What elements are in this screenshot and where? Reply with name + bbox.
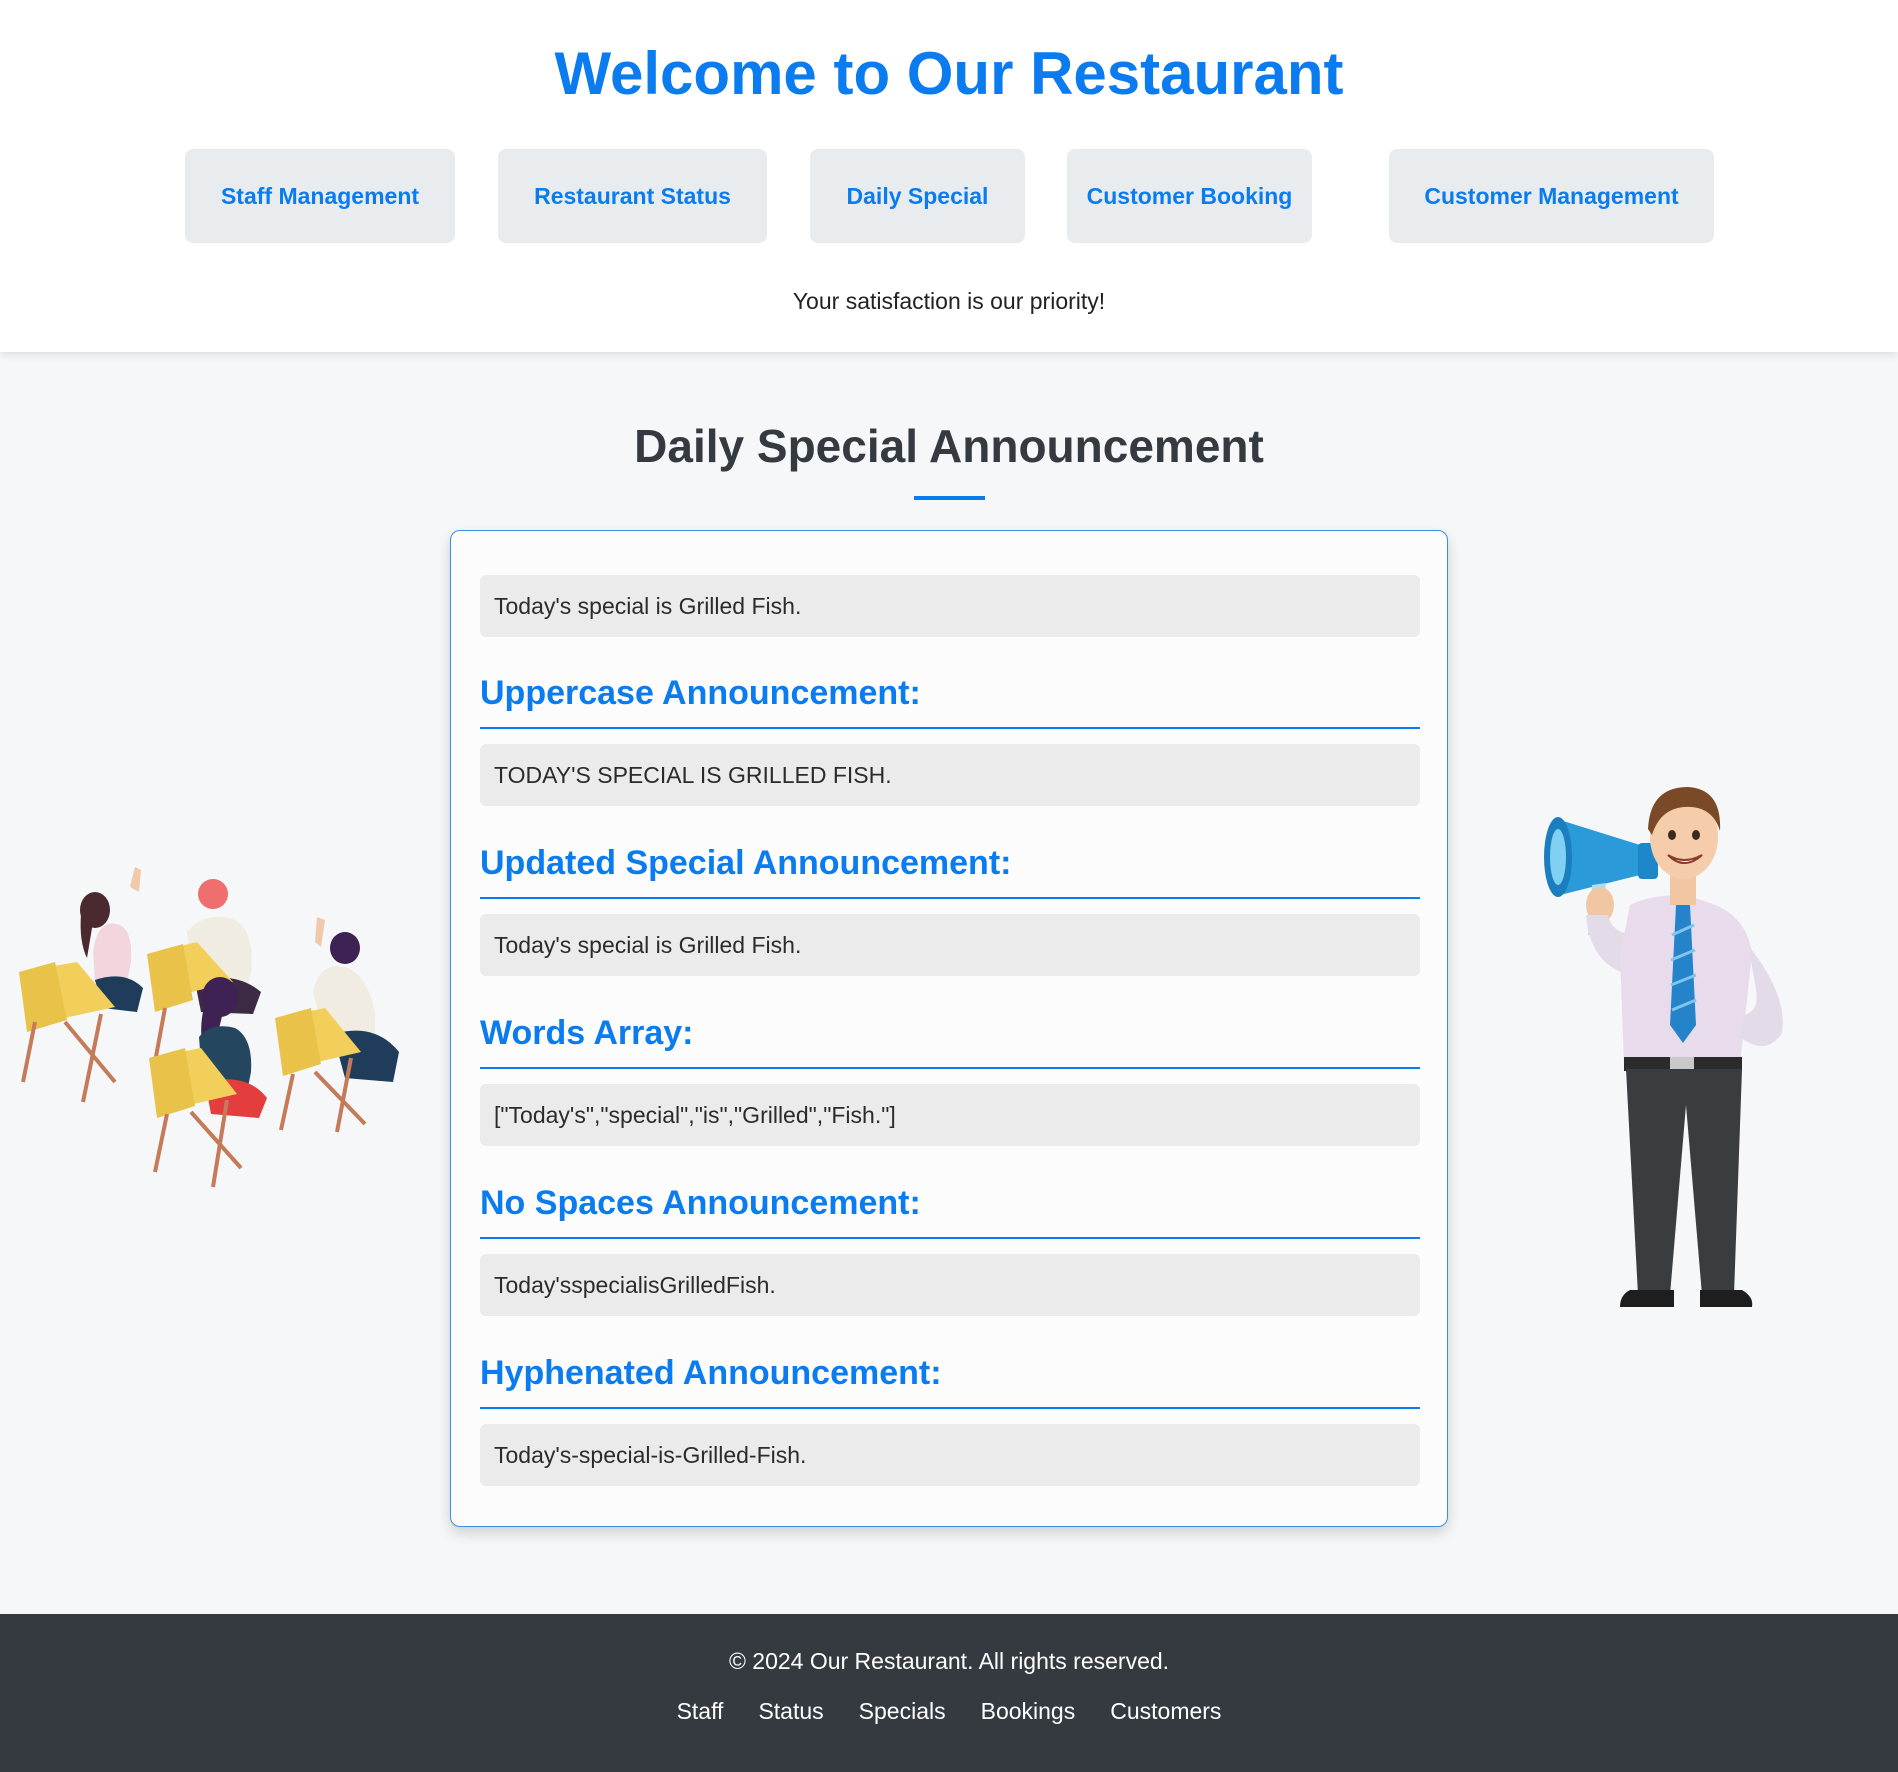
announcer-megaphone-illustration [1544, 787, 1783, 1307]
nav-customer-booking-button[interactable]: Customer Booking [1067, 149, 1312, 243]
audience-person [19, 867, 143, 1103]
nav-restaurant-status-button[interactable]: Restaurant Status [498, 149, 767, 243]
title-underline [914, 496, 985, 500]
footer-copyright: © 2024 Our Restaurant. All rights reserv… [728, 1648, 1170, 1674]
updated-special-box: Today's special is Grilled Fish. [480, 914, 1420, 976]
audience-illustration [19, 867, 399, 1188]
site-title: Welcome to Our Restaurant [554, 40, 1344, 107]
audience-person [275, 917, 399, 1133]
tagline: Your satisfaction is our priority! [792, 288, 1106, 314]
site-header: Welcome to Our Restaurant Staff Manageme… [0, 0, 1898, 352]
uppercase-heading: Uppercase Announcement: [480, 673, 1420, 729]
words-array-box: ["Today's","special","is","Grilled","Fis… [480, 1084, 1420, 1146]
nav-staff-management-button[interactable]: Staff Management [185, 149, 455, 243]
hyphenated-heading: Hyphenated Announcement: [480, 1353, 1420, 1409]
original-announcement-box: Today's special is Grilled Fish. [480, 575, 1420, 637]
hyphenated-box: Today's-special-is-Grilled-Fish. [480, 1424, 1420, 1486]
uppercase-box: TODAY'S SPECIAL IS GRILLED FISH. [480, 744, 1420, 806]
footer-link-bookings[interactable]: Bookings [981, 1698, 1076, 1725]
footer-link-specials[interactable]: Specials [859, 1698, 946, 1725]
announcement-card: Today's special is Grilled Fish. Upperca… [450, 530, 1448, 1527]
section-title: Daily Special Announcement [634, 420, 1264, 472]
footer-links: Staff Status Specials Bookings Customers [0, 1698, 1898, 1725]
footer-link-customers[interactable]: Customers [1110, 1698, 1221, 1725]
site-footer: © 2024 Our Restaurant. All rights reserv… [0, 1614, 1898, 1772]
nav-customer-management-button[interactable]: Customer Management [1389, 149, 1714, 243]
footer-link-status[interactable]: Status [758, 1698, 823, 1725]
nav-daily-special-button[interactable]: Daily Special [810, 149, 1025, 243]
words-array-heading: Words Array: [480, 1013, 1420, 1069]
footer-link-staff[interactable]: Staff [677, 1698, 724, 1725]
no-spaces-box: Today'sspecialisGrilledFish. [480, 1254, 1420, 1316]
updated-special-heading: Updated Special Announcement: [480, 843, 1420, 899]
no-spaces-heading: No Spaces Announcement: [480, 1183, 1420, 1239]
